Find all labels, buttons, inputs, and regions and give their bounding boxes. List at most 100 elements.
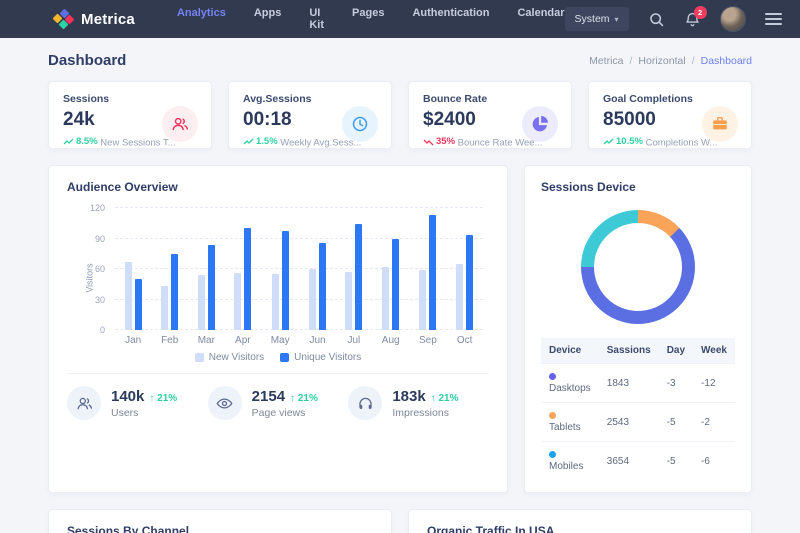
stat-label: Impressions (392, 407, 458, 419)
x-axis-label: Feb (161, 330, 178, 350)
stat-card-title: Avg.Sessions (243, 93, 377, 105)
bar-unique-visitors[interactable] (244, 228, 251, 330)
bar-group-may: May (271, 208, 290, 350)
bar-new-visitors[interactable] (125, 262, 132, 330)
bar-group-mar: Mar (198, 208, 215, 350)
breadcrumb-item-dashboard: Dashboard (701, 55, 752, 67)
stat-card-avg-sessions: Avg.Sessions 00:18 1.5% Weekly Avg.Sess.… (228, 81, 392, 149)
bar-new-visitors[interactable] (198, 275, 205, 330)
nav-item-authentication[interactable]: Authentication (412, 7, 489, 31)
trend-up-icon (603, 138, 614, 146)
x-axis-label: Sep (419, 330, 437, 350)
page-header: Dashboard Metrica/Horizontal/Dashboard (0, 38, 800, 81)
nav-item-pages[interactable]: Pages (352, 7, 384, 31)
users-icon (162, 106, 198, 142)
bar-unique-visitors[interactable] (466, 235, 473, 330)
bar-unique-visitors[interactable] (319, 243, 326, 330)
pie-chart-icon (522, 106, 558, 142)
notification-badge: 2 (694, 6, 707, 19)
briefcase-icon (702, 106, 738, 142)
nav-item-apps[interactable]: Apps (254, 7, 282, 31)
bar-pair (198, 245, 215, 330)
bar-pair (419, 215, 436, 330)
clock-icon (342, 106, 378, 142)
stat-card-goal-completions: Goal Completions 85000 10.5% Completions… (588, 81, 752, 149)
bar-unique-visitors[interactable] (392, 239, 399, 331)
table-row: Dasktops1843-3-12 (541, 364, 735, 403)
user-avatar[interactable] (720, 6, 746, 32)
main-row: Audience Overview Visitors 0306090120Jan… (0, 149, 800, 493)
device-dot-icon (549, 412, 556, 419)
legend-item-unique-visitors: Unique Visitors (280, 352, 361, 363)
bar-new-visitors[interactable] (272, 274, 279, 330)
arrow-up-icon: ↑ (290, 393, 295, 404)
audience-stat-users: 140k↑ 21% Users (67, 386, 208, 420)
bar-unique-visitors[interactable] (135, 279, 142, 330)
y-axis-tick: 60 (95, 264, 105, 274)
top-navbar: Metrica Analytics Apps UI Kit Pages Authenti… (0, 0, 800, 38)
bar-unique-visitors[interactable] (429, 215, 436, 330)
y-axis-tick: 90 (95, 234, 105, 244)
device-cell: Dasktops (541, 364, 599, 403)
nav-item-ui-kit[interactable]: UI Kit (309, 7, 324, 31)
legend-item-new-visitors: New Visitors (195, 352, 264, 363)
navbar-right: System ▾ 2 (565, 6, 782, 32)
bar-group-sep: Sep (419, 208, 437, 350)
stat-card-desc: New Sessions T... (100, 138, 175, 149)
trend-percent: 1.5% (243, 136, 278, 147)
trend-up-icon (63, 138, 74, 146)
nav-item-calendar[interactable]: Calendar (517, 7, 564, 31)
y-axis-tick: 0 (100, 325, 105, 335)
bar-pair (382, 239, 399, 331)
day-cell: -3 (659, 364, 693, 403)
week-cell: -12 (693, 364, 735, 403)
page-title: Dashboard (48, 52, 126, 69)
stat-card-desc: Weekly Avg.Sess... (280, 138, 361, 149)
legend-swatch (280, 353, 289, 362)
headphones-icon (348, 386, 382, 420)
stat-value: 140k (111, 388, 144, 405)
brand-logo-icon (54, 9, 74, 29)
x-axis-label: Jul (348, 330, 361, 350)
bar-unique-visitors[interactable] (208, 245, 215, 330)
bar-group-feb: Feb (161, 208, 178, 350)
y-axis-tick: 120 (90, 203, 105, 213)
y-axis-tick: 30 (95, 295, 105, 305)
notifications-bell-icon[interactable]: 2 (684, 11, 701, 28)
bar-new-visitors[interactable] (161, 286, 168, 330)
menu-toggle-icon[interactable] (765, 13, 782, 25)
breadcrumb-item-metrica[interactable]: Metrica (589, 55, 623, 67)
nav-menu: Analytics Apps UI Kit Pages Authentication Ca… (177, 7, 565, 31)
x-axis-label: May (271, 330, 290, 350)
x-axis-label: Jan (125, 330, 141, 350)
bar-new-visitors[interactable] (419, 270, 426, 330)
sessions-by-channel-card: Sessions By Channel Organic SearchSocial… (48, 509, 392, 533)
audience-stat-pageviews: 2154↑ 21% Page views (208, 386, 349, 420)
legend-label: Unique Visitors (294, 352, 361, 363)
breadcrumb-item-horizontal[interactable]: Horizontal (638, 55, 685, 67)
breadcrumb: Metrica/Horizontal/Dashboard (589, 55, 752, 67)
bar-pair (345, 224, 362, 330)
system-dropdown[interactable]: System ▾ (565, 7, 629, 31)
bar-new-visitors[interactable] (234, 273, 241, 330)
bar-new-visitors[interactable] (382, 267, 389, 330)
nav-item-analytics[interactable]: Analytics (177, 7, 226, 31)
bar-unique-visitors[interactable] (355, 224, 362, 330)
bar-new-visitors[interactable] (345, 272, 352, 330)
arrow-up-icon: ↑ (149, 393, 154, 404)
sessions-cell: 1843 (599, 364, 659, 403)
search-icon[interactable] (648, 11, 665, 28)
bar-unique-visitors[interactable] (282, 231, 289, 330)
bar-new-visitors[interactable] (309, 269, 316, 330)
bar-pair (456, 235, 473, 330)
stat-card-desc: Completions W... (646, 138, 718, 149)
bar-unique-visitors[interactable] (171, 254, 178, 330)
arrow-up-icon: ↑ (431, 393, 436, 404)
organic-traffic-usa-card: Organic Traffic In USA + (408, 509, 752, 533)
brand[interactable]: Metrica (54, 9, 135, 29)
bar-new-visitors[interactable] (456, 264, 463, 330)
sessions-cell: 2543 (599, 403, 659, 442)
stat-card-sessions: Sessions 24k 8.5% New Sessions T... (48, 81, 212, 149)
stat-card-bounce-rate: Bounce Rate $2400 35% Bounce Rate Wee... (408, 81, 572, 149)
chevron-down-icon: ▾ (615, 15, 619, 24)
